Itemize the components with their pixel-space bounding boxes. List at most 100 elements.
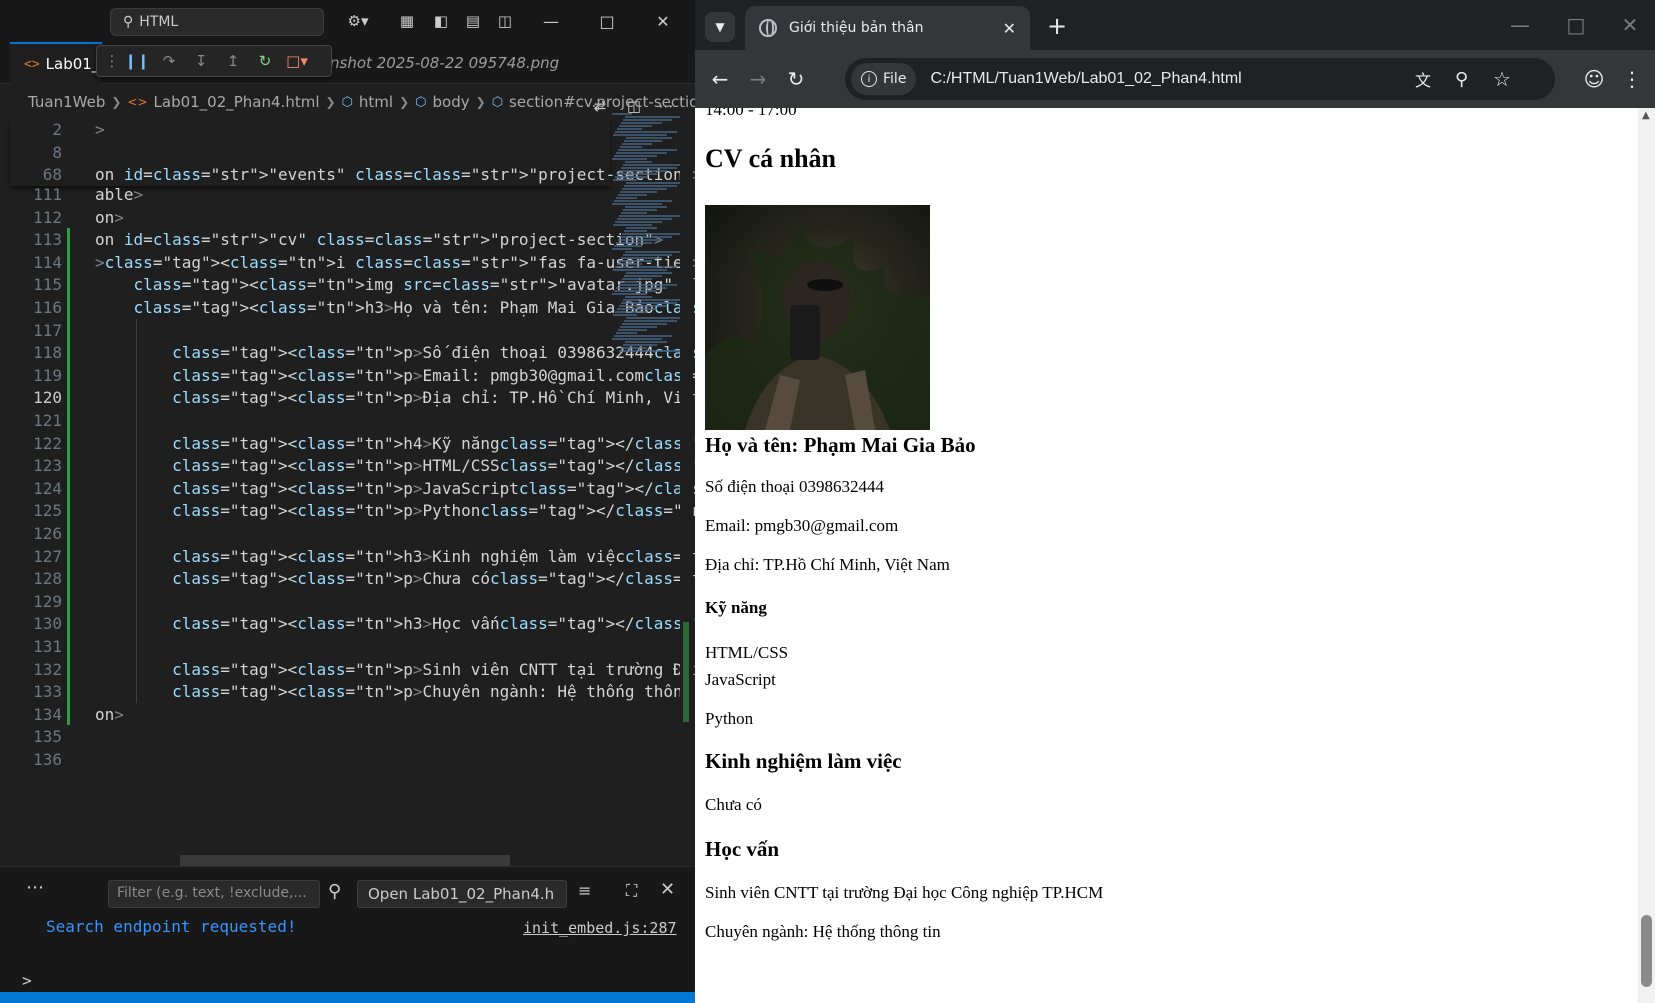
code-line[interactable]: 114 >class="tag"><class="tn">i class=clas… <box>10 251 695 274</box>
chevron-right-icon: ❯ <box>475 95 486 109</box>
minimap-line <box>617 218 672 220</box>
minimap[interactable] <box>612 112 687 382</box>
scroll-up-icon[interactable]: ▲ <box>1642 110 1650 121</box>
translate-icon[interactable]: 文 <box>1415 67 1431 91</box>
console-select-value: Open Lab01_02_Phan4.h <box>368 885 555 903</box>
drag-handle-icon[interactable]: ⋮ <box>105 49 120 73</box>
code-line[interactable]: 117 <box>10 319 610 342</box>
breadcrumb-folder[interactable]: Tuan1Web <box>28 93 105 111</box>
customize-layout-icon[interactable]: ▦ <box>396 10 418 32</box>
clear-console-icon[interactable]: ≡ <box>578 881 591 900</box>
close-icon[interactable]: ✕ <box>652 10 674 32</box>
page-scrollbar[interactable]: ▲ <box>1638 108 1655 1003</box>
editor-scrollbar[interactable] <box>680 112 692 812</box>
toggle-primary-sidebar-icon[interactable]: ◧ <box>430 10 452 32</box>
scrollbar-thumb[interactable] <box>1641 915 1652 987</box>
step-out-icon[interactable]: ↥ <box>219 49 247 73</box>
maximize-icon[interactable]: □ <box>596 10 618 32</box>
minimap-line <box>623 254 672 256</box>
sticky-line[interactable]: 2 > <box>10 118 610 141</box>
step-into-icon[interactable]: ↧ <box>187 49 215 73</box>
code-line[interactable]: 122 class="tag"><class="tn">h4>Kỹ năngcl… <box>10 432 695 455</box>
more-icon[interactable]: ⋯ <box>26 877 44 898</box>
code-line[interactable]: 111 able> <box>10 183 610 206</box>
command-center[interactable]: ⚲ HTML <box>110 8 324 36</box>
code-text: able> <box>95 185 144 204</box>
zoom-icon[interactable]: ⚲ <box>1455 69 1468 90</box>
profile-icon[interactable]: ☺ <box>1579 64 1609 94</box>
tab-screenshot[interactable]: nshot 2025-08-22 095748.png <box>330 42 559 84</box>
search-icon[interactable]: ⚲ <box>328 881 341 902</box>
code-line[interactable]: 128 class="tag"><class="tn">p>Chưa cócla… <box>10 567 695 590</box>
breadcrumb-html[interactable]: html <box>359 93 393 111</box>
minimap-line <box>617 128 642 130</box>
back-icon[interactable]: ← <box>705 64 735 94</box>
toggle-secondary-sidebar-icon[interactable]: ◫ <box>494 10 516 32</box>
code-line[interactable]: 134 on> <box>10 703 610 726</box>
minimap-line <box>624 140 662 142</box>
chevron-right-icon: ❯ <box>111 95 122 109</box>
console-prompt[interactable]: > <box>22 971 32 990</box>
restart-icon[interactable]: ↻ <box>251 49 279 73</box>
line-number: 135 <box>33 727 62 747</box>
code-line[interactable]: 126 <box>10 522 610 545</box>
code-line[interactable]: 133 class="tag"><class="tn">p>Chuyên ngà… <box>10 680 692 703</box>
maximize-icon[interactable]: □ <box>1561 10 1591 40</box>
code-line[interactable]: 116 class="tag"><class="tn">h3>Họ và tên… <box>10 296 695 319</box>
code-line[interactable]: 121 <box>10 409 610 432</box>
code-line[interactable]: 120 class="tag"><class="tn">p>Địa chỉ: T… <box>10 386 695 409</box>
source-link[interactable]: init_embed.js:287 <box>523 919 677 937</box>
new-tab-icon[interactable]: + <box>1047 12 1067 40</box>
code-line[interactable]: 127 class="tag"><class="tn">h3>Kinh nghi… <box>10 545 695 568</box>
bookmark-star-icon[interactable]: ☆ <box>1493 67 1511 91</box>
code-line[interactable]: 129 <box>10 590 610 613</box>
browser-tab[interactable]: Giới thiệu bản thân ✕ <box>745 6 1030 50</box>
code-line[interactable]: 135 <box>10 725 610 748</box>
filter-input[interactable]: Filter (e.g. text, !exclude,... <box>108 880 320 908</box>
minimap-line <box>626 137 672 139</box>
code-line[interactable]: 118 class="tag"><class="tn">p>Số điện th… <box>10 341 695 364</box>
minimap-line <box>623 164 687 166</box>
code-line[interactable]: 125 class="tag"><class="tn">p>Pythonclas… <box>10 499 695 522</box>
code-line[interactable]: 132 class="tag"><class="tn">p>Sinh viên … <box>10 658 695 681</box>
code-line[interactable]: 115 class="tag"><class="tn">img src=clas… <box>10 273 695 296</box>
code-line[interactable]: 112 on> <box>10 206 610 229</box>
menu-icon[interactable]: ⋮ <box>1617 64 1647 94</box>
minimize-icon[interactable]: — <box>540 10 562 32</box>
minimize-icon[interactable]: — <box>1505 10 1535 40</box>
stop-icon[interactable]: □▾ <box>283 49 311 73</box>
breadcrumb-section[interactable]: section#cv.project-section <box>509 93 695 111</box>
toggle-panel-icon[interactable]: ▤ <box>462 10 484 32</box>
console-select[interactable]: Open Lab01_02_Phan4.h <box>357 880 567 908</box>
minimap-line <box>620 236 672 238</box>
breadcrumb-body[interactable]: body <box>433 93 470 111</box>
code-line[interactable]: 131 <box>10 635 610 658</box>
address-bar[interactable]: i File C:/HTML/Tuan1Web/Lab01_02_Phan4.h… <box>845 58 1555 100</box>
code-line[interactable]: 119 class="tag"><class="tn">p>Email: pmg… <box>10 364 695 387</box>
minimap-line <box>622 143 652 145</box>
tab-search-icon[interactable]: ▼ <box>705 12 735 42</box>
close-panel-icon[interactable]: ✕ <box>660 879 675 900</box>
breadcrumb-file[interactable]: Lab01_02_Phan4.html <box>154 93 320 111</box>
step-over-icon[interactable]: ↷ <box>155 49 183 73</box>
copilot-icon[interactable]: ⚙▾ <box>340 10 376 32</box>
close-tab-icon[interactable]: ✕ <box>1003 19 1016 38</box>
forward-icon[interactable]: → <box>743 64 773 94</box>
minimap-line <box>616 332 637 334</box>
pause-icon[interactable]: ❙❙ <box>123 49 151 73</box>
minimap-line <box>616 197 637 199</box>
code-line[interactable]: 130 class="tag"><class="tn">h3>Học vấncl… <box>10 612 695 635</box>
maximize-panel-icon[interactable]: ⛶ <box>626 881 637 901</box>
code-line[interactable]: 123 class="tag"><class="tn">p>HTML/CSScl… <box>10 454 695 477</box>
code-line[interactable]: 124 class="tag"><class="tn">p>JavaScript… <box>10 477 695 500</box>
code-line[interactable]: 136 <box>10 748 610 771</box>
reload-icon[interactable]: ↻ <box>781 64 811 94</box>
site-info-chip[interactable]: i File <box>851 63 917 95</box>
code-line[interactable]: 113 on id=class="str">"cv" class=class="s… <box>10 228 663 251</box>
sticky-line[interactable]: 8 <box>10 141 610 164</box>
tab-lab01[interactable]: <> Lab01_ <box>10 42 102 84</box>
close-icon[interactable]: ✕ <box>1615 10 1645 40</box>
code-editor[interactable]: 2 >8 68 on id=class="str">"events" class=cl… <box>10 118 695 838</box>
sticky-scroll[interactable]: 2 >8 68 on id=class="str">"events" class=cl… <box>10 118 695 186</box>
console-message: Search endpoint requested! <box>46 917 297 936</box>
